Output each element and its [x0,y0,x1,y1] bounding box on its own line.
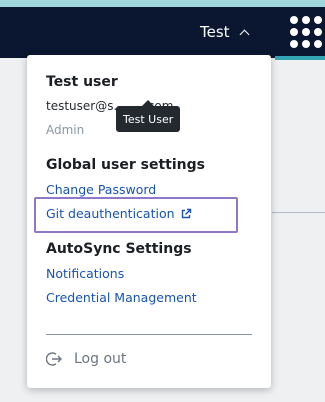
chevron-up-icon [239,29,249,40]
grid-dot [302,28,310,36]
app-header [0,7,325,58]
notifications-link[interactable]: Notifications [46,266,124,281]
logout-label: Log out [74,351,127,367]
user-name-tooltip: Test User [116,100,181,132]
grid-dot [314,40,322,48]
grid-dot [302,16,310,24]
grid-dot [314,28,322,36]
change-password-link[interactable]: Change Password [46,182,156,197]
user-menu-toggle[interactable]: Test [200,18,249,46]
user-name: Test user [46,74,118,90]
grid-dot [290,28,298,36]
grid-dot [302,40,310,48]
user-role: Admin [46,123,85,137]
user-menu-label: Test [200,23,230,41]
grid-dot [290,16,298,24]
logout-icon [46,352,62,366]
global-settings-heading: Global user settings [46,157,205,173]
page-divider [272,212,325,213]
autosync-settings-heading: AutoSync Settings [46,241,192,257]
grid-dot [290,40,298,48]
focus-highlight-box [34,197,238,233]
grid-dot [314,16,322,24]
credential-management-link[interactable]: Credential Management [46,290,197,305]
top-accent-stripe [0,0,325,7]
header-accent-line [275,56,325,60]
logout-button[interactable]: Log out [46,351,126,367]
apps-grid-icon[interactable] [290,16,322,48]
menu-separator [46,334,252,335]
